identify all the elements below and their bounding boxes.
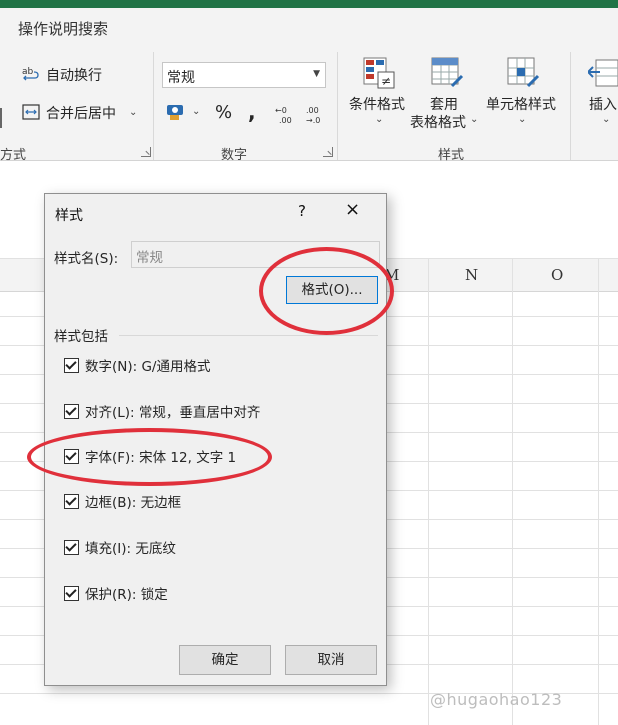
style-name-label: 样式名(S): <box>54 251 119 267</box>
insert-button[interactable]: 插入 ⌄ <box>582 56 618 136</box>
group-separator <box>153 52 154 160</box>
format-as-table-button[interactable]: 套用 表格格式 ⌄ <box>410 56 486 136</box>
ribbon: 操作说明搜索 ab 自动换行 合并后居中 ⌄ 方式 常规 ▼ ⌄ % , ←0 … <box>0 8 618 163</box>
number-format-select[interactable]: 常规 ▼ <box>162 62 326 88</box>
chevron-down-icon: ⌄ <box>375 114 384 125</box>
protection-option[interactable]: 保护(R): 锁定 <box>64 583 168 603</box>
highlight-ellipse-format <box>259 247 394 335</box>
chevron-down-icon: ⌄ <box>470 114 479 125</box>
cell-styles-icon <box>507 57 540 88</box>
column-header-o[interactable]: O <box>551 266 563 284</box>
svg-text:≠: ≠ <box>381 74 391 88</box>
watermark: @hugaohao123 <box>430 690 563 709</box>
chevron-down-icon[interactable]: ⌄ <box>129 107 137 118</box>
decrease-decimal-icon[interactable]: .00 →.0 <box>304 104 326 126</box>
dropdown-arrow-icon: ▼ <box>313 69 320 79</box>
insert-label: 插入 <box>589 97 617 113</box>
comma-style-button[interactable]: , <box>248 100 256 124</box>
border-option-label: 边框(B): 无边框 <box>85 495 182 511</box>
chevron-down-icon: ⌄ <box>602 114 611 125</box>
increase-decimal-icon[interactable]: ←0 .00 <box>275 104 297 126</box>
table-format-icon <box>431 57 464 88</box>
tell-me-search[interactable]: 操作说明搜索 <box>18 18 108 39</box>
fill-option-label: 填充(I): 无底纹 <box>85 541 176 557</box>
currency-icon <box>167 105 183 120</box>
table-format-label-line1: 套用 <box>430 97 458 113</box>
grid-line <box>512 258 513 725</box>
merge-center-icon <box>22 104 40 120</box>
border-checkbox[interactable] <box>64 494 79 509</box>
number-checkbox[interactable] <box>64 358 79 373</box>
fill-checkbox[interactable] <box>64 540 79 555</box>
fill-option[interactable]: 填充(I): 无底纹 <box>64 537 176 557</box>
group-separator <box>337 52 338 160</box>
conditional-format-button[interactable]: ≠ 条件格式 ⌄ <box>345 56 409 136</box>
alignment-checkbox[interactable] <box>64 404 79 419</box>
ok-button[interactable]: 确定 <box>179 645 271 675</box>
table-format-label-line2: 表格格式 <box>410 115 466 131</box>
alignment-dialog-launcher[interactable] <box>141 147 151 157</box>
align-icon-partial[interactable] <box>0 108 6 128</box>
style-includes-label: 样式包括 <box>54 329 108 345</box>
chevron-down-icon: ⌄ <box>518 114 527 125</box>
accounting-format-button[interactable]: ⌄ <box>166 102 200 126</box>
title-bar-strip <box>0 0 618 8</box>
group-separator <box>570 52 571 160</box>
merge-center-label: 合并后居中 <box>46 106 116 122</box>
cell-styles-button[interactable]: 单元格样式 ⌄ <box>486 56 560 136</box>
column-header-n[interactable]: N <box>465 266 478 284</box>
wrap-text-icon: ab <box>22 67 39 81</box>
alignment-option-label: 对齐(L): 常规，垂直居中对齐 <box>85 405 261 421</box>
help-button[interactable]: ? <box>298 202 306 220</box>
percent-style-button[interactable]: % <box>215 102 232 123</box>
style-name-value: 常规 <box>136 250 163 266</box>
protection-option-label: 保护(R): 锁定 <box>85 587 168 603</box>
group-divider <box>119 335 378 336</box>
svg-text:.00: .00 <box>279 116 292 125</box>
insert-cells-icon <box>588 59 618 87</box>
wrap-text-label: 自动换行 <box>46 68 102 84</box>
number-format-value: 常规 <box>167 70 195 86</box>
close-button[interactable]: × <box>345 199 360 220</box>
cell-styles-label: 单元格样式 <box>486 97 556 113</box>
number-option-label: 数字(N): G/通用格式 <box>85 359 211 375</box>
protection-checkbox[interactable] <box>64 586 79 601</box>
svg-text:.00: .00 <box>306 106 319 115</box>
conditional-format-label: 条件格式 <box>349 97 405 113</box>
cancel-button[interactable]: 取消 <box>285 645 377 675</box>
highlight-ellipse-font <box>27 428 272 486</box>
svg-text:ab: ab <box>22 67 34 77</box>
svg-text:←0: ←0 <box>275 106 287 115</box>
dialog-title: 样式 <box>55 208 83 224</box>
grid-line <box>428 258 429 725</box>
border-option[interactable]: 边框(B): 无边框 <box>64 491 181 511</box>
grid-line <box>598 258 599 725</box>
alignment-option[interactable]: 对齐(L): 常规，垂直居中对齐 <box>64 401 260 421</box>
svg-text:→.0: →.0 <box>306 116 320 125</box>
number-dialog-launcher[interactable] <box>323 147 333 157</box>
number-option[interactable]: 数字(N): G/通用格式 <box>64 355 210 375</box>
conditional-format-icon: ≠ <box>363 57 395 89</box>
chevron-down-icon[interactable]: ⌄ <box>192 106 200 117</box>
